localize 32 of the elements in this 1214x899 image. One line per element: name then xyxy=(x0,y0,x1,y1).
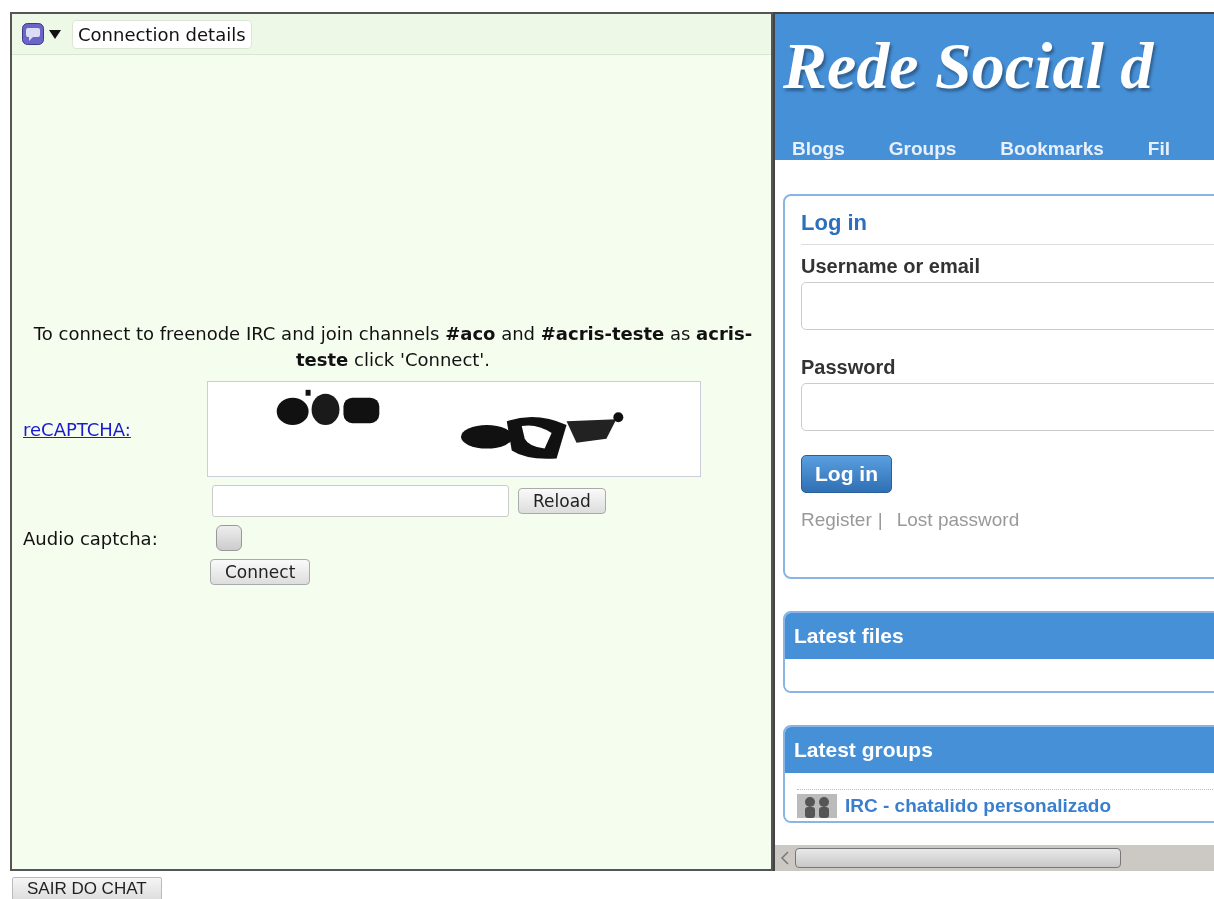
password-field[interactable] xyxy=(801,383,1214,431)
password-label: Password xyxy=(801,356,897,379)
scroll-thumb[interactable] xyxy=(795,848,1121,868)
nav-link[interactable]: Bookmarks xyxy=(1000,138,1104,160)
connect-button[interactable]: Connect xyxy=(210,559,311,585)
group-link[interactable]: IRC - chatalido personalizado xyxy=(845,795,1112,817)
login-button[interactable]: Log in xyxy=(801,455,892,493)
reload-button[interactable]: Reload xyxy=(518,488,606,514)
group-icon xyxy=(797,794,837,818)
exit-chat-button[interactable]: SAIR DO CHAT xyxy=(12,877,162,899)
connect-instructions: To connect to freenode IRC and join channels #aco and #acris-teste as acris-teste click 'Connect'. xyxy=(32,322,754,372)
link-separator: | xyxy=(877,509,883,531)
chat-app-icon[interactable] xyxy=(22,23,44,45)
captcha-answer-field[interactable] xyxy=(212,485,509,517)
scroll-left-icon[interactable] xyxy=(781,851,789,865)
audio-captcha-label: Audio captcha: xyxy=(23,527,159,549)
lost-password-link[interactable]: Lost password xyxy=(896,509,1020,531)
nav-link[interactable]: Blogs xyxy=(792,138,845,160)
login-heading: Log in xyxy=(801,210,1214,245)
caret-icon[interactable] xyxy=(48,29,62,39)
nav-link[interactable]: Groups xyxy=(888,138,957,160)
username-label: Username or email xyxy=(801,255,981,278)
register-link[interactable]: Register xyxy=(801,509,872,531)
recaptcha-link[interactable]: reCAPTCHA: xyxy=(23,418,131,440)
nav-link[interactable]: Fil xyxy=(1147,138,1170,160)
connection-tab[interactable]: Connection details xyxy=(72,19,252,49)
horizontal-scrollbar[interactable] xyxy=(775,845,1214,871)
module-heading: Latest groups xyxy=(785,727,1214,773)
module-heading: Latest files xyxy=(785,613,1214,659)
username-field[interactable] xyxy=(801,282,1214,330)
audio-captcha-checkbox[interactable] xyxy=(216,525,242,551)
site-title: Rede Social d xyxy=(782,28,1155,104)
